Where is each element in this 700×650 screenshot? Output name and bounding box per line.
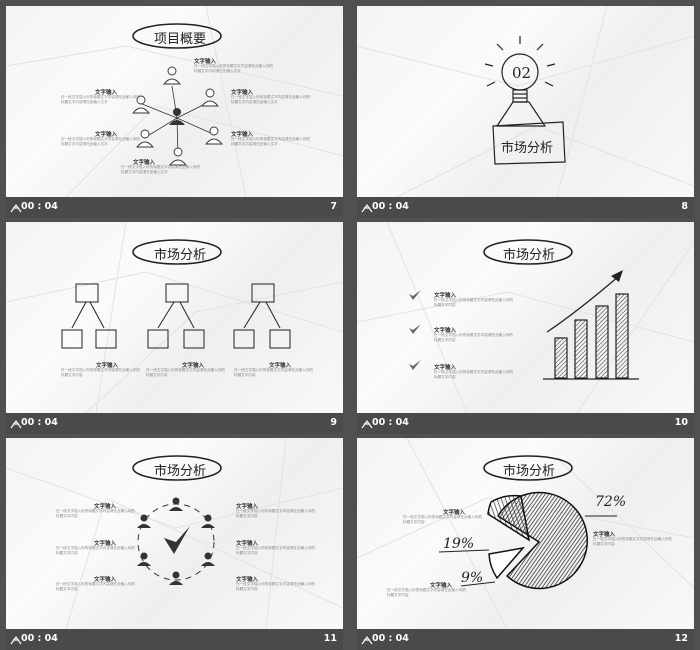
slide-timing: 00 : 04	[21, 417, 58, 428]
slide-timing: 00 : 04	[372, 201, 409, 212]
body-text: 在一段文字插入你的标题文字内容请在此输入你的标题文字内容请在此输入文字	[194, 64, 274, 73]
body-text: 在一段文字插入你的标题文字内容请在此输入你的标题文字内容	[403, 515, 483, 524]
slide-timing: 00 : 04	[21, 633, 58, 644]
body-text: 在一段文字插入你的标题文字内容请在此输入你的标题文字内容	[146, 368, 226, 377]
slide-thumbnail-10[interactable]: 市场分析 文字输入 在一段文字插入你的标题文字内容请在此输入你的标题文字内容 文…	[357, 222, 694, 434]
growth-bar-chart-icon	[543, 270, 639, 380]
body-text: 在一段文字插入你的标题文字内容请在此输入你的标题文字内容请在此输入文字	[231, 137, 311, 146]
body-text: 在一段文字插入你的标题文字内容请在此输入你的标题文字内容	[56, 582, 136, 591]
slide-footer: 00 : 04 9	[6, 413, 343, 434]
body-text: 在一段文字插入你的标题文字内容请在此输入你的标题文字内容请在此输入文字	[121, 165, 201, 174]
slide-number: 11	[323, 633, 337, 644]
body-text: 在一段文字插入你的标题文字内容请在此输入你的标题文字内容	[236, 509, 316, 518]
body-text: 在一段文字插入你的标题文字内容请在此输入你的标题文字内容	[593, 537, 673, 546]
slide-number: 7	[330, 201, 337, 212]
slide-number: 10	[674, 417, 688, 428]
slide-timing: 00 : 04	[372, 417, 409, 428]
body-text: 在一段文字插入你的标题文字内容请在此输入你的标题文字内容	[56, 546, 136, 555]
body-text: 在一段文字插入你的标题文字内容请在此输入你的标题文字内容	[236, 582, 316, 591]
slide-number: 12	[674, 633, 688, 644]
slide-canvas: 项目概要 文字输入 在一段文字插入你的标题文字内容请在此输入你的标题文字内容请在…	[6, 6, 343, 197]
slide-footer: 00 : 04 10	[357, 413, 694, 434]
slide-timing: 00 : 04	[372, 633, 409, 644]
body-text: 在一段文字插入你的标题文字内容请在此输入你的标题文字内容	[387, 588, 467, 597]
slide-canvas: 市场分析 文字输入 在一段文字插入你的标题文字内容请在此输入你的标题文字内容 文…	[6, 438, 343, 629]
slide-thumbnail-11[interactable]: 市场分析 文字输入 在一段文字插入你的标题文字内容请在此输入你的标题文字内容 文…	[6, 438, 343, 650]
slide-number: 8	[681, 201, 688, 212]
body-text: 在一段文字插入你的标题文字内容请在此输入你的标题文字内容	[61, 368, 141, 377]
slide-canvas: 02 市场分析	[357, 6, 694, 197]
slide-footer: 00 : 04 7	[6, 197, 343, 218]
slide-thumbnail-9[interactable]: 市场分析 文字输入 在一段文字插入你的标题文字内容请在此输入你的标题文字内容 文…	[6, 222, 343, 434]
body-text: 在一段文字插入你的标题文字内容请在此输入你的标题文字内容请在此输入文字	[61, 137, 141, 146]
section-number: 02	[512, 64, 532, 82]
slide-thumbnail-8[interactable]: 02 市场分析 00 : 04 8	[357, 6, 694, 218]
team-circle-check-icon	[137, 497, 215, 585]
body-text: 在一段文字插入你的标题文字内容请在此输入你的标题文字内容请在此输入文字	[61, 95, 141, 104]
body-text: 在一段文字插入你的标题文字内容请在此输入你的标题文字内容	[56, 509, 136, 518]
body-text: 在一段文字插入你的标题文字内容请在此输入你的标题文字内容请在此输入文字	[231, 95, 311, 104]
body-text: 在一段文字插入你的标题文字内容请在此输入你的标题文字内容	[234, 368, 314, 377]
pie-label-19: 19%	[443, 536, 475, 552]
pie-label-9: 9%	[461, 570, 484, 586]
pie-chart-sketch	[438, 491, 617, 590]
slide-title: 市场分析	[501, 141, 554, 156]
lightbulb-icon	[484, 36, 566, 165]
slide-canvas: 市场分析 文字输入 在一段文字插入你的标题文字内容请在此输入你的标题文字内容 文…	[6, 222, 343, 413]
slide-thumbnail-12[interactable]: 市场分析 72% 19% 9% 文字输入 在一段文字插入你的标题文字内容请在此输…	[357, 438, 694, 650]
slide-number: 9	[330, 417, 337, 428]
org-chart-diagram	[61, 283, 291, 349]
pie-label-72: 72%	[595, 494, 627, 510]
slide-footer: 00 : 04 8	[357, 197, 694, 218]
slide-timing: 00 : 04	[21, 201, 58, 212]
slide-canvas: 市场分析 文字输入 在一段文字插入你的标题文字内容请在此输入你的标题文字内容 文…	[357, 222, 694, 413]
body-text: 在一段文字插入你的标题文字内容请在此输入你的标题文字内容	[236, 546, 316, 555]
slide-thumbnail-7[interactable]: 项目概要 文字输入 在一段文字插入你的标题文字内容请在此输入你的标题文字内容请在…	[6, 6, 343, 218]
slide-canvas: 市场分析 72% 19% 9% 文字输入 在一段文字插入你的标题文字内容请在此输…	[357, 438, 694, 629]
